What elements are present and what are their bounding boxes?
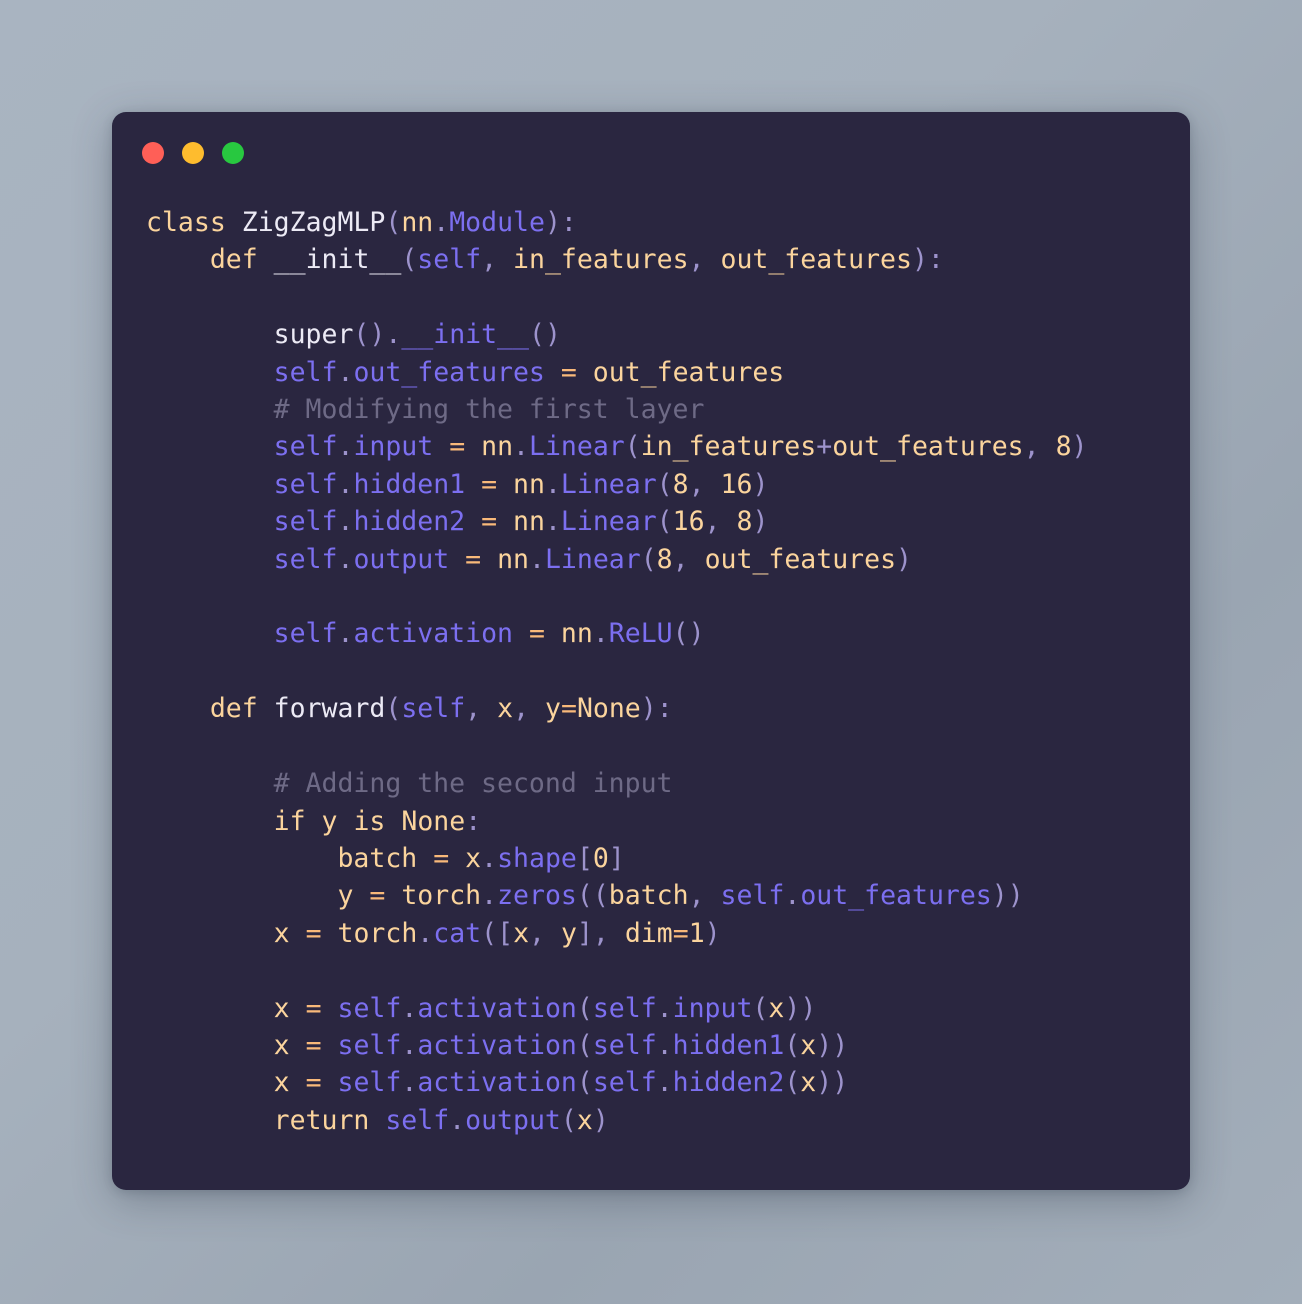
close-button-icon[interactable] xyxy=(142,142,164,164)
code-editor-area[interactable]: class ZigZagMLP(nn.Module): def __init__… xyxy=(112,204,1190,1190)
window-titlebar xyxy=(142,142,244,164)
minimize-button-icon[interactable] xyxy=(182,142,204,164)
source-code-block[interactable]: class ZigZagMLP(nn.Module): def __init__… xyxy=(146,204,1166,1139)
code-window: class ZigZagMLP(nn.Module): def __init__… xyxy=(112,112,1190,1190)
maximize-button-icon[interactable] xyxy=(222,142,244,164)
